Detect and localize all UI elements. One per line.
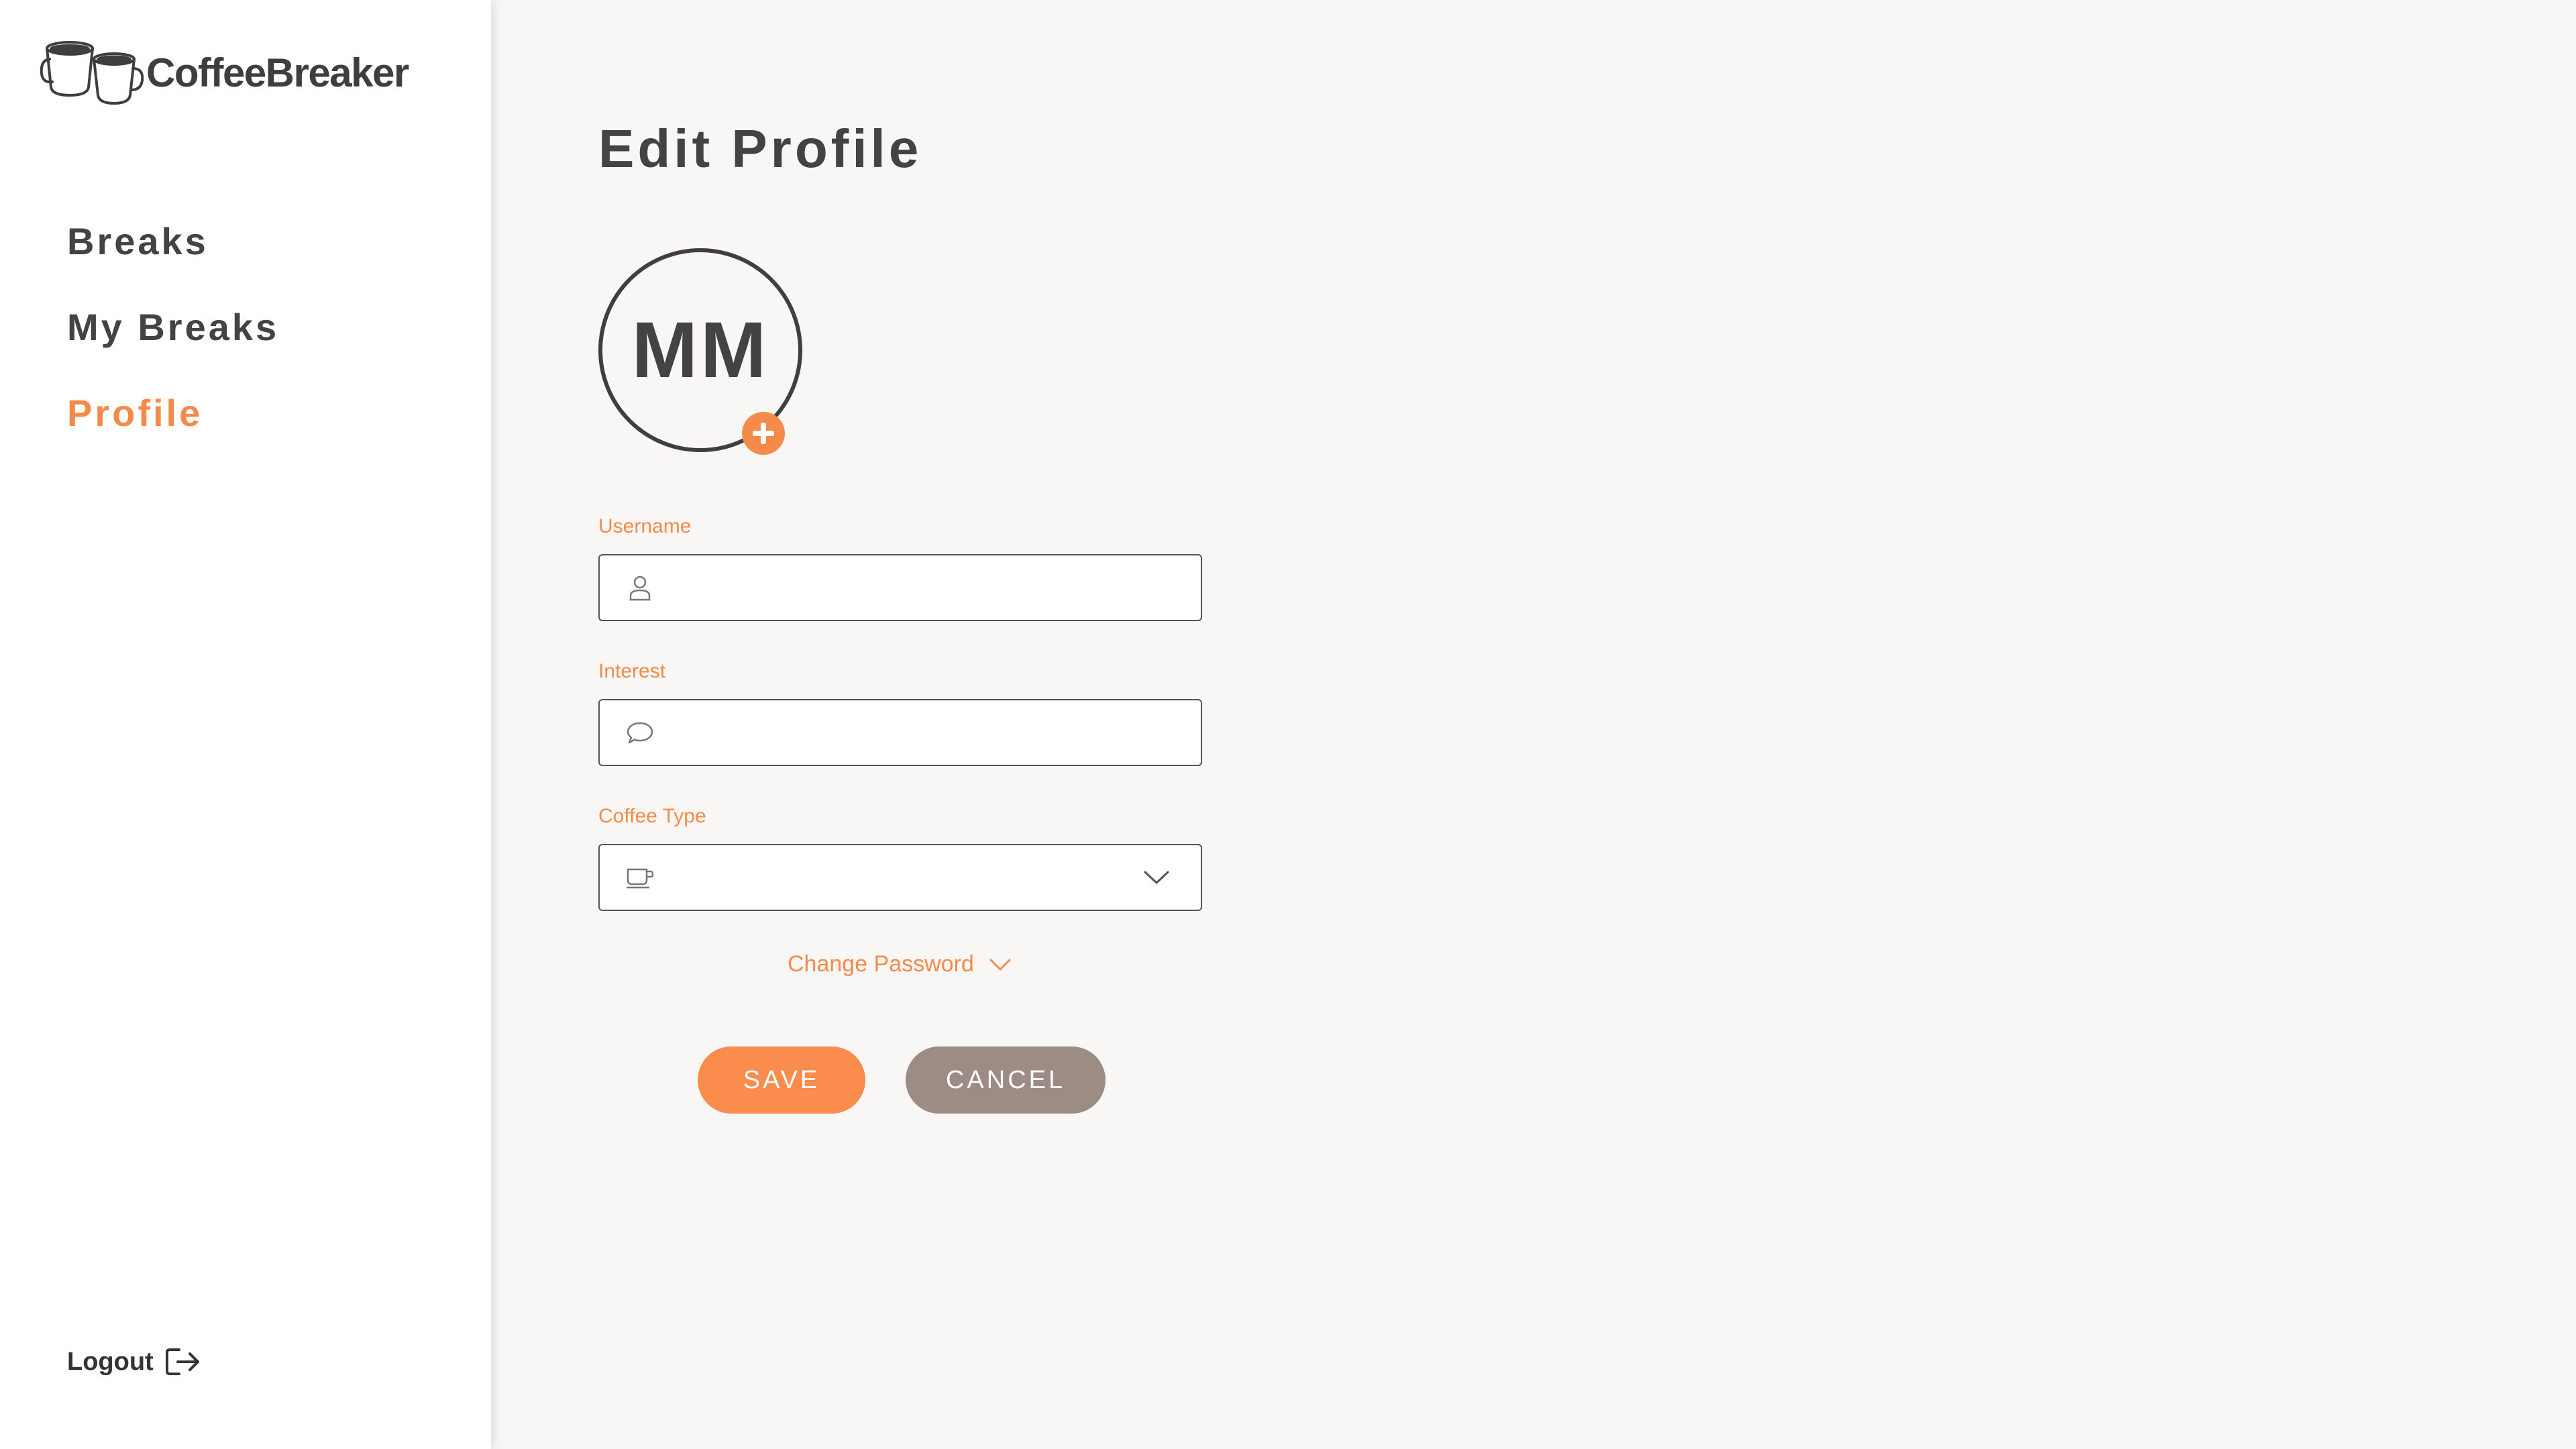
sidebar: CoffeeBreaker Breaks My Breaks Profile L… bbox=[0, 0, 491, 1449]
nav-item-breaks[interactable]: Breaks bbox=[67, 215, 279, 301]
nav-item-profile[interactable]: Profile bbox=[67, 386, 279, 472]
interest-input[interactable] bbox=[671, 702, 1201, 763]
interest-field[interactable] bbox=[598, 699, 1202, 766]
coffee-cup-icon bbox=[627, 868, 654, 889]
user-icon bbox=[629, 576, 651, 601]
username-input[interactable] bbox=[671, 557, 1201, 619]
page-title: Edit Profile bbox=[598, 119, 922, 178]
coffee-type-label: Coffee Type bbox=[598, 805, 706, 827]
save-button[interactable]: SAVE bbox=[698, 1046, 865, 1114]
brand-name: CoffeeBreaker bbox=[146, 50, 409, 95]
logout-button[interactable]: Logout bbox=[67, 1346, 202, 1378]
chevron-down-icon[interactable] bbox=[1143, 868, 1170, 887]
plus-icon[interactable] bbox=[742, 412, 785, 455]
main-nav: Breaks My Breaks Profile bbox=[67, 215, 279, 472]
cancel-button[interactable]: CANCEL bbox=[906, 1046, 1106, 1114]
username-field[interactable] bbox=[598, 554, 1202, 621]
chevron-down-icon bbox=[989, 959, 1011, 970]
interest-label: Interest bbox=[598, 660, 666, 682]
brand[interactable]: CoffeeBreaker bbox=[39, 39, 409, 106]
logout-label: Logout bbox=[67, 1347, 154, 1376]
coffee-cups-icon bbox=[40, 41, 144, 105]
avatar-initials: MM bbox=[631, 306, 769, 394]
nav-item-my-breaks[interactable]: My Breaks bbox=[67, 301, 279, 386]
change-password-toggle[interactable]: Change Password bbox=[788, 951, 1012, 977]
coffee-type-select[interactable] bbox=[598, 844, 1202, 911]
chat-bubble-icon bbox=[627, 722, 653, 744]
avatar: MM bbox=[598, 248, 802, 455]
username-label: Username bbox=[598, 515, 692, 537]
change-password-label: Change Password bbox=[788, 951, 974, 977]
logout-icon bbox=[165, 1348, 199, 1375]
